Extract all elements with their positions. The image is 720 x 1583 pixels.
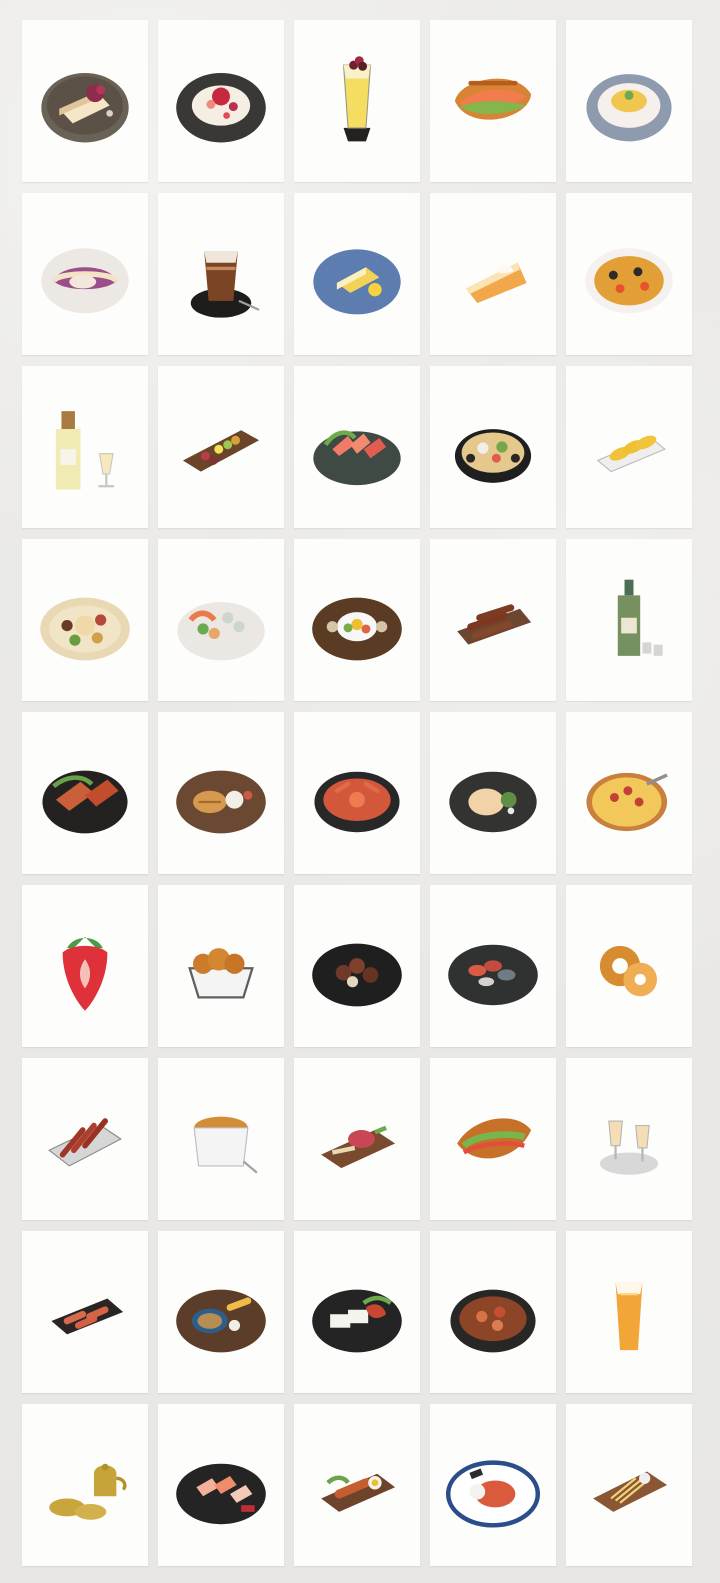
food-card [430, 1404, 556, 1566]
food-card [430, 193, 556, 355]
food-card [294, 539, 420, 701]
banh-mi-icon [430, 1058, 556, 1220]
food-card [22, 1058, 148, 1220]
food-card [158, 539, 284, 701]
cheesecake-plate-icon [22, 20, 148, 182]
food-card [22, 20, 148, 182]
food-card [566, 712, 692, 874]
apple-pie-slice-icon [430, 193, 556, 355]
food-card [22, 366, 148, 528]
seafood-paella-icon [566, 193, 692, 355]
food-card [294, 885, 420, 1047]
soju-bottle-icon [566, 539, 692, 701]
food-card [22, 193, 148, 355]
food-card [566, 193, 692, 355]
food-card [158, 193, 284, 355]
liqueur-glasses-icon [566, 1058, 692, 1220]
berry-rice-plate-icon [158, 20, 284, 182]
lemon-soda-glass-icon [294, 20, 420, 182]
strawberry-icon [22, 885, 148, 1047]
food-card [294, 20, 420, 182]
food-card [566, 366, 692, 528]
food-card [430, 539, 556, 701]
iced-coffee-glass-icon [158, 193, 284, 355]
sashimi-platter-icon [294, 366, 420, 528]
food-card [294, 366, 420, 528]
wine-bottle-glass-icon [22, 366, 148, 528]
food-card [22, 712, 148, 874]
beer-glass-icon [566, 1231, 692, 1393]
food-card [566, 539, 692, 701]
bagels-icon [566, 885, 692, 1047]
food-card [430, 712, 556, 874]
pizza-icon [566, 712, 692, 874]
food-card [430, 1231, 556, 1393]
food-card [22, 1231, 148, 1393]
food-card [158, 1058, 284, 1220]
lemon-cake-plate-icon [294, 193, 420, 355]
food-card [22, 885, 148, 1047]
food-card [566, 1058, 692, 1220]
food-card [430, 1058, 556, 1220]
food-card [158, 1231, 284, 1393]
berry-tart-plate-icon [22, 193, 148, 355]
seafood-platter-icon [158, 539, 284, 701]
food-card [158, 712, 284, 874]
sashimi-board-icon [158, 1404, 284, 1566]
food-illustration-sheet [0, 0, 720, 1583]
bbq-grill-icon [22, 712, 148, 874]
skewer-platter-icon [430, 539, 556, 701]
food-card [294, 1404, 420, 1566]
food-card [294, 1231, 420, 1393]
food-card [566, 885, 692, 1047]
sausage-breakfast-board-icon [294, 1404, 420, 1566]
dumpling-plate-icon [430, 712, 556, 874]
makgeolli-kettle-icon [22, 1404, 148, 1566]
tempura-noodle-set-icon [158, 1231, 284, 1393]
katsu-set-icon [158, 712, 284, 874]
bibimbap-set-icon [294, 539, 420, 701]
croissant-sandwich-icon [430, 20, 556, 182]
spicy-noodle-plate-icon [430, 1404, 556, 1566]
stew-pan-icon [430, 1231, 556, 1393]
food-icon-grid [22, 20, 692, 1566]
charcuterie-board-icon [158, 366, 284, 528]
seafood-grill-icon [430, 885, 556, 1047]
food-card [158, 20, 284, 182]
fried-chicken-basket-icon [158, 885, 284, 1047]
food-card [158, 366, 284, 528]
crab-stew-icon [294, 712, 420, 874]
hot-pot-icon [430, 366, 556, 528]
braised-dish-icon [294, 885, 420, 1047]
food-card [22, 1404, 148, 1566]
food-card [22, 539, 148, 701]
fries-board-icon [566, 1404, 692, 1566]
food-card [158, 1404, 284, 1566]
tofu-kimchi-icon [294, 1231, 420, 1393]
food-card [294, 1058, 420, 1220]
food-card [566, 1404, 692, 1566]
skewers-grill-icon [22, 1058, 148, 1220]
party-platter-icon [22, 539, 148, 701]
food-card [430, 366, 556, 528]
food-card [294, 193, 420, 355]
food-card [294, 712, 420, 874]
food-card [566, 20, 692, 182]
fried-shrimp-tray-icon [566, 366, 692, 528]
beef-tartare-board-icon [294, 1058, 420, 1220]
food-card [430, 885, 556, 1047]
rice-plate-icon [566, 20, 692, 182]
food-card [566, 1231, 692, 1393]
food-card [158, 885, 284, 1047]
creme-brulee-icon [158, 1058, 284, 1220]
sausage-tray-icon [22, 1231, 148, 1393]
food-card [430, 20, 556, 182]
